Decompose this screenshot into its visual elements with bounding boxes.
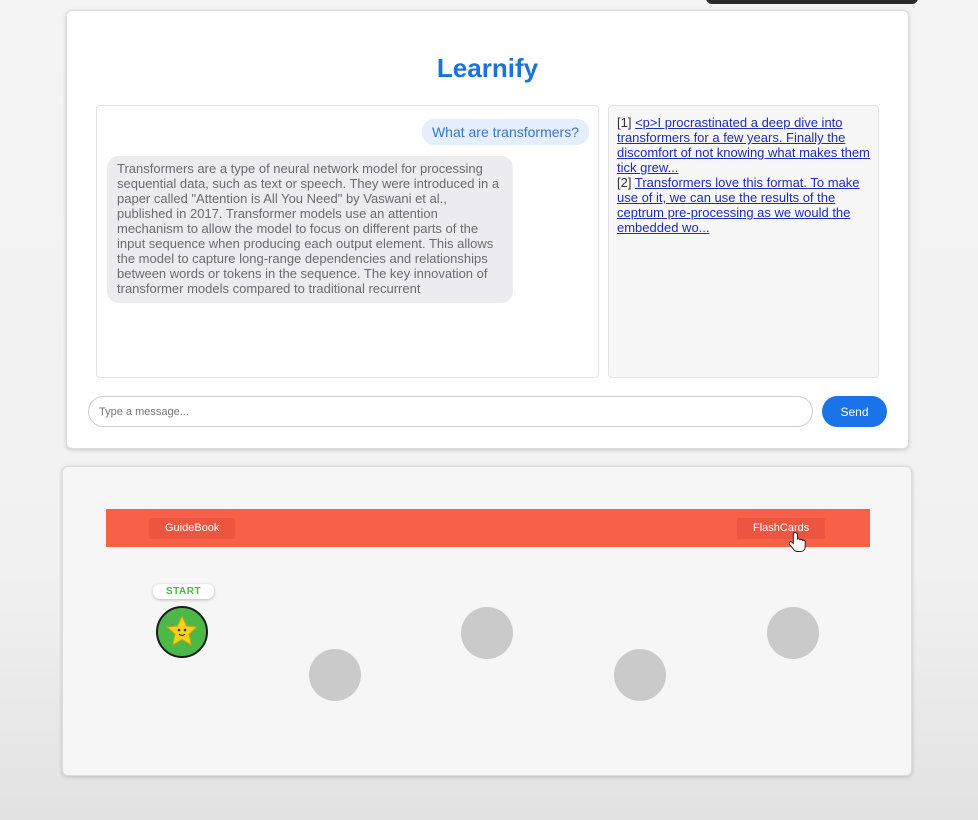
start-level-node[interactable] <box>156 606 208 658</box>
sources-panel: [1] <p>I procrastinated a deep dive into… <box>608 105 879 378</box>
hand-cursor-icon <box>789 531 806 552</box>
flashcards-button[interactable]: FlashCards <box>737 518 826 539</box>
source-index: [1] <box>617 115 632 130</box>
source-link[interactable]: <p>I procrastinated a deep dive into tra… <box>617 115 870 175</box>
chat-card: Learnify What are transformers? Transfor… <box>66 10 909 449</box>
learning-nav-bar: GuideBook FlashCards <box>106 509 870 547</box>
source-item: [1] <p>I procrastinated a deep dive into… <box>617 115 870 175</box>
source-link[interactable]: Transformers love this format. To make u… <box>617 175 860 235</box>
start-badge: START <box>153 584 215 599</box>
user-message-bubble: What are transformers? <box>421 119 589 145</box>
chat-messages-panel: What are transformers? Transformers are … <box>96 105 599 378</box>
star-icon <box>166 615 198 647</box>
message-input[interactable] <box>89 397 812 426</box>
source-index: [2] <box>617 175 632 190</box>
locked-level-node[interactable] <box>461 607 513 659</box>
send-button[interactable]: Send <box>822 396 887 427</box>
locked-level-node[interactable] <box>309 649 361 701</box>
message-input-container <box>88 396 813 427</box>
source-item: [2] Transformers love this format. To ma… <box>617 175 870 235</box>
bot-message-bubble: Transformers are a type of neural networ… <box>107 156 513 303</box>
guidebook-button[interactable]: GuideBook <box>149 518 236 539</box>
window-edge-bar <box>706 0 918 4</box>
locked-level-node[interactable] <box>614 649 666 701</box>
app-title: Learnify <box>436 53 539 83</box>
learning-path-card: GuideBook FlashCards START <box>62 466 912 776</box>
locked-level-node[interactable] <box>767 607 819 659</box>
